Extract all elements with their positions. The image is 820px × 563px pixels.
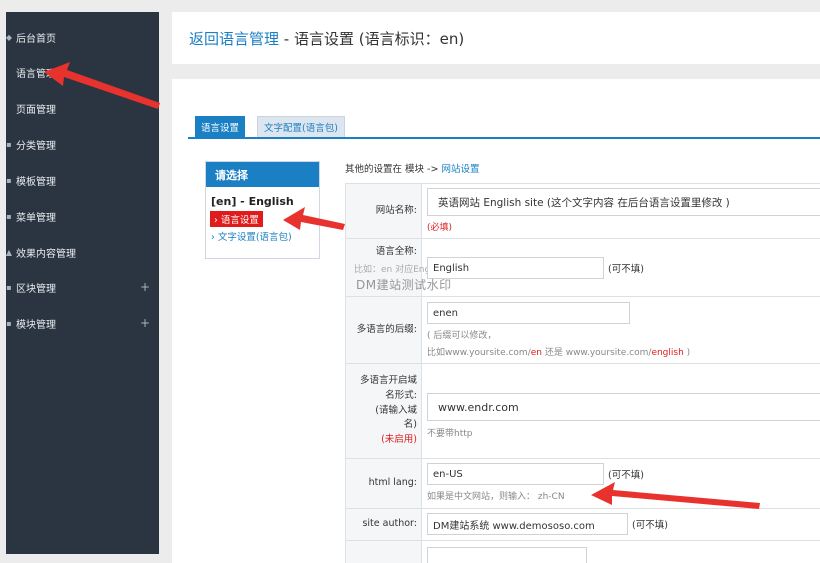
suffix-input[interactable]: enen (427, 302, 630, 324)
sidebar-item-block[interactable]: ▪ 区块管理 + (6, 276, 159, 298)
row-domain: 多语言开启域名形式: (请输入域名) (未启用) www.endr.com 不要… (346, 364, 820, 459)
next-input[interactable] (427, 547, 587, 563)
sidebar-item-pages[interactable]: 页面管理 (6, 97, 159, 119)
sidebar-item-label: 效果内容管理 (16, 248, 76, 260)
tab-text-config[interactable]: 文字配置(语言包) (257, 116, 345, 137)
menu-icon: ▪ (6, 211, 12, 221)
optional-note: (可不填) (608, 470, 644, 481)
chevron-right-icon: › (214, 215, 218, 226)
main-panel: 语言设置 文字配置(语言包) 请选择 [en] - English › 语言设置… (172, 79, 820, 563)
sidebar-item-menu[interactable]: ▪ 菜单管理 (6, 205, 159, 227)
site-name-input[interactable]: 英语网站 English site (这个文字内容 在后台语言设置里修改 ) (427, 188, 820, 216)
site-settings-link[interactable]: 网站设置 (441, 164, 479, 175)
sidebar-item-label: 模块管理 (16, 319, 56, 331)
html-lang-hint: 如果是中文网站，则输入： zh-CN (427, 492, 565, 502)
sidebar: ◆ 后台首页 语言管理 页面管理 ▪ 分类管理 ▪ 模板管理 ▪ 菜单管理 ▲ … (6, 12, 159, 554)
language-selector: 请选择 [en] - English › 语言设置 › 文字设置(语言包) (205, 161, 320, 259)
selector-text-settings-link[interactable]: › 文字设置(语言包) (211, 229, 292, 243)
tab-bar: 语言设置 文字配置(语言包) (188, 116, 820, 139)
required-note: (必填) (427, 223, 453, 233)
row-site-name: 网站名称: 英语网站 English site (这个文字内容 在后台语言设置里… (346, 184, 820, 239)
full-name-input[interactable]: English (427, 257, 604, 279)
sidebar-item-home[interactable]: ◆ 后台首页 (6, 26, 159, 48)
expand-plus-icon[interactable]: + (140, 280, 150, 294)
field-label: 网站名称: (346, 184, 422, 238)
sidebar-item-label: 模板管理 (16, 176, 56, 188)
optional-note: (可不填) (608, 264, 644, 275)
category-icon: ▪ (6, 139, 12, 149)
sidebar-item-category[interactable]: ▪ 分类管理 (6, 133, 159, 155)
header-bar: 返回语言管理 - 语言设置 (语言标识：en) (172, 12, 820, 64)
sidebar-item-module[interactable]: ▪ 模块管理 + (6, 312, 159, 334)
watermark-text: DM建站测试水印 (356, 278, 452, 292)
page-title: 返回语言管理 - 语言设置 (语言标识：en) (189, 28, 464, 49)
expand-plus-icon[interactable]: + (140, 316, 150, 330)
block-icon: ▪ (6, 282, 12, 292)
sidebar-item-label: 分类管理 (16, 140, 56, 152)
suffix-hint: ( 后缀可以修改， (427, 331, 497, 341)
sidebar-item-label: 后台首页 (16, 33, 56, 45)
field-label: site author: (346, 509, 422, 540)
field-label: 多语言的后缀: (346, 297, 422, 363)
sidebar-item-template[interactable]: ▪ 模板管理 (6, 169, 159, 191)
domain-hint: 不要带http (427, 429, 473, 439)
sidebar-item-label: 区块管理 (16, 283, 56, 295)
field-label (346, 541, 422, 563)
sidebar-item-label: 语言管理 (16, 68, 56, 80)
template-icon: ▪ (6, 175, 12, 185)
sidebar-item-effect[interactable]: ▲ 效果内容管理 (6, 241, 159, 263)
module-icon: ▪ (6, 318, 12, 328)
selector-current-item[interactable]: › 语言设置 (210, 211, 263, 227)
html-lang-input[interactable]: en-US (427, 463, 604, 485)
sidebar-item-language[interactable]: 语言管理 (6, 61, 159, 83)
row-html-lang: html lang: en-US (可不填) 如果是中文网站，则输入： zh-C… (346, 459, 820, 509)
sidebar-item-label: 页面管理 (16, 104, 56, 116)
tab-language-settings[interactable]: 语言设置 (195, 116, 246, 137)
row-site-author: site author: DM建站系统 www.demososo.com (可不… (346, 509, 820, 541)
home-icon: ◆ (5, 32, 13, 42)
settings-form: 网站名称: 英语网站 English site (这个文字内容 在后台语言设置里… (345, 183, 820, 563)
field-label: 多语言开启域名形式: (请输入域名) (未启用) (346, 364, 422, 458)
row-suffix: 多语言的后缀: enen ( 后缀可以修改， 比如www.yoursite.co… (346, 297, 820, 364)
effect-icon: ▲ (5, 247, 13, 257)
sidebar-item-label: 菜单管理 (16, 212, 56, 224)
row-next (346, 541, 820, 563)
page-title-text: - 语言设置 (语言标识：en) (279, 30, 465, 48)
optional-note: (可不填) (632, 520, 668, 531)
selector-heading: 请选择 (206, 162, 319, 187)
suffix-example: 比如www.yoursite.com/en 还是 www.yoursite.co… (427, 348, 691, 358)
site-author-input[interactable]: DM建站系统 www.demososo.com (427, 513, 628, 535)
selector-language: [en] - English (211, 195, 294, 208)
field-label: html lang: (346, 459, 422, 508)
chevron-right-icon: › (211, 232, 215, 243)
back-link[interactable]: 返回语言管理 (189, 30, 279, 48)
other-settings-note: 其他的设置在 模块 -> 网站设置 (345, 164, 480, 175)
domain-input[interactable]: www.endr.com (427, 393, 820, 421)
